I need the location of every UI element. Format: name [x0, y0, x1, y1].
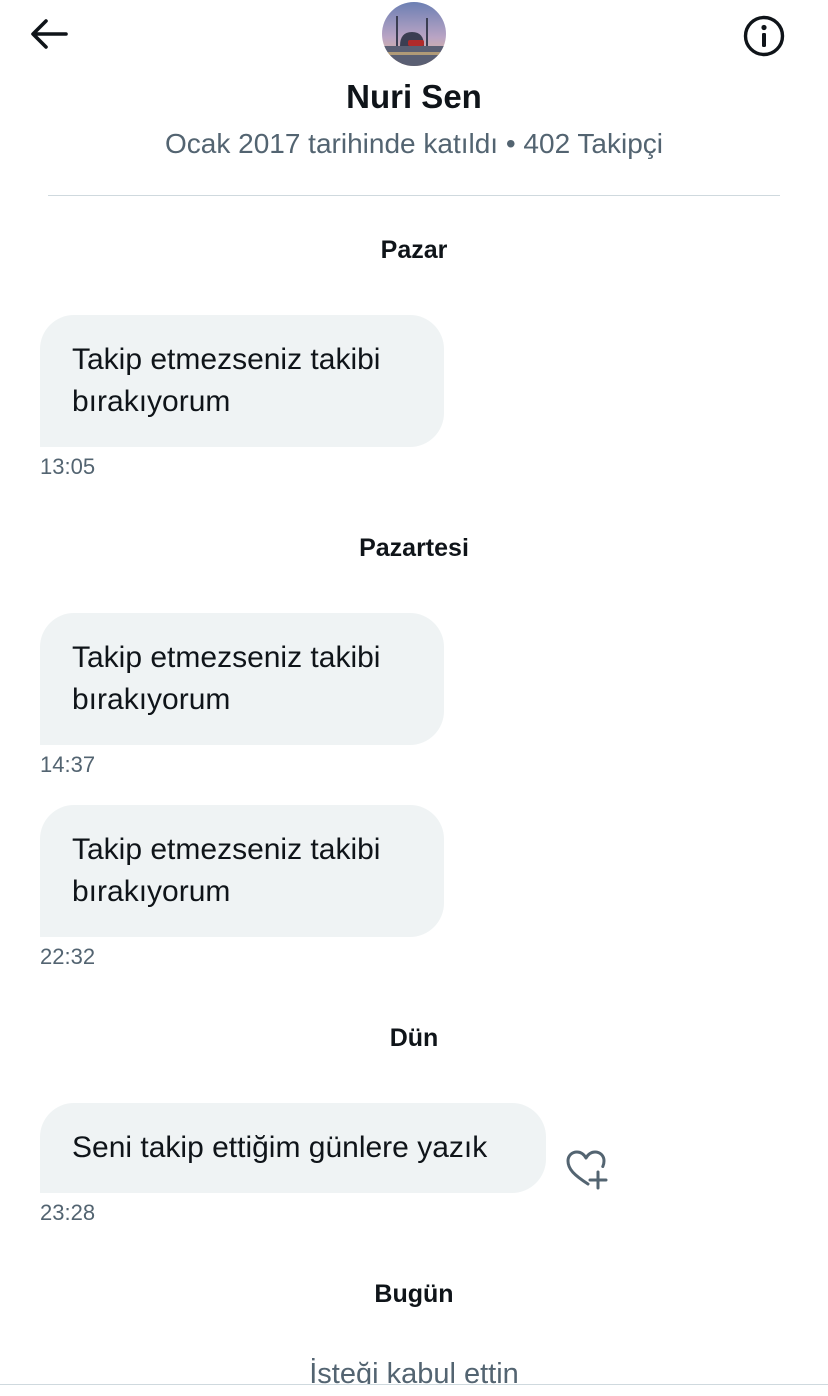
heart-plus-icon [566, 1150, 608, 1190]
profile-meta: Ocak 2017 tarihinde katıldı • 402 Takipç… [164, 128, 664, 159]
dm-conversation-screen: Nuri Sen Ocak 2017 tarihinde katıldı • 4… [0, 0, 828, 1396]
message-bubble[interactable]: Takip etmezseniz takibi bırakıyorum [40, 315, 444, 447]
day-separator: Pazar [380, 236, 448, 264]
react-button[interactable] [562, 1146, 612, 1192]
arrow-left-icon [31, 19, 68, 49]
message-time: 23:28 [40, 1200, 96, 1225]
message-text: Seni takip ettiğim günlere yazık [72, 1131, 488, 1164]
message-bubble[interactable]: Takip etmezseniz takibi bırakıyorum [40, 613, 444, 745]
message-bubble[interactable]: Seni takip ettiğim günlere yazık [40, 1103, 546, 1193]
divider [48, 195, 780, 196]
info-button[interactable] [740, 12, 788, 60]
profile-name[interactable]: Nuri Sen [0, 78, 828, 116]
day-separator: Pazartesi [359, 534, 469, 562]
message-text: Takip etmezseniz takibi bırakıyorum [72, 343, 381, 418]
message-text: Takip etmezseniz takibi bırakıyorum [72, 641, 381, 716]
message-text: Takip etmezseniz takibi bırakıyorum [72, 833, 381, 908]
day-separator: Dün [389, 1024, 439, 1052]
message-bubble[interactable]: Takip etmezseniz takibi bırakıyorum [40, 805, 444, 937]
message-time: 14:37 [40, 752, 96, 777]
day-separator: Bugün [374, 1280, 454, 1308]
back-button[interactable] [26, 14, 70, 54]
avatar[interactable] [382, 2, 446, 66]
composer-edge [0, 1384, 828, 1396]
message-time: 13:05 [40, 454, 96, 479]
message-time: 22:32 [40, 944, 96, 969]
info-icon [743, 15, 785, 57]
